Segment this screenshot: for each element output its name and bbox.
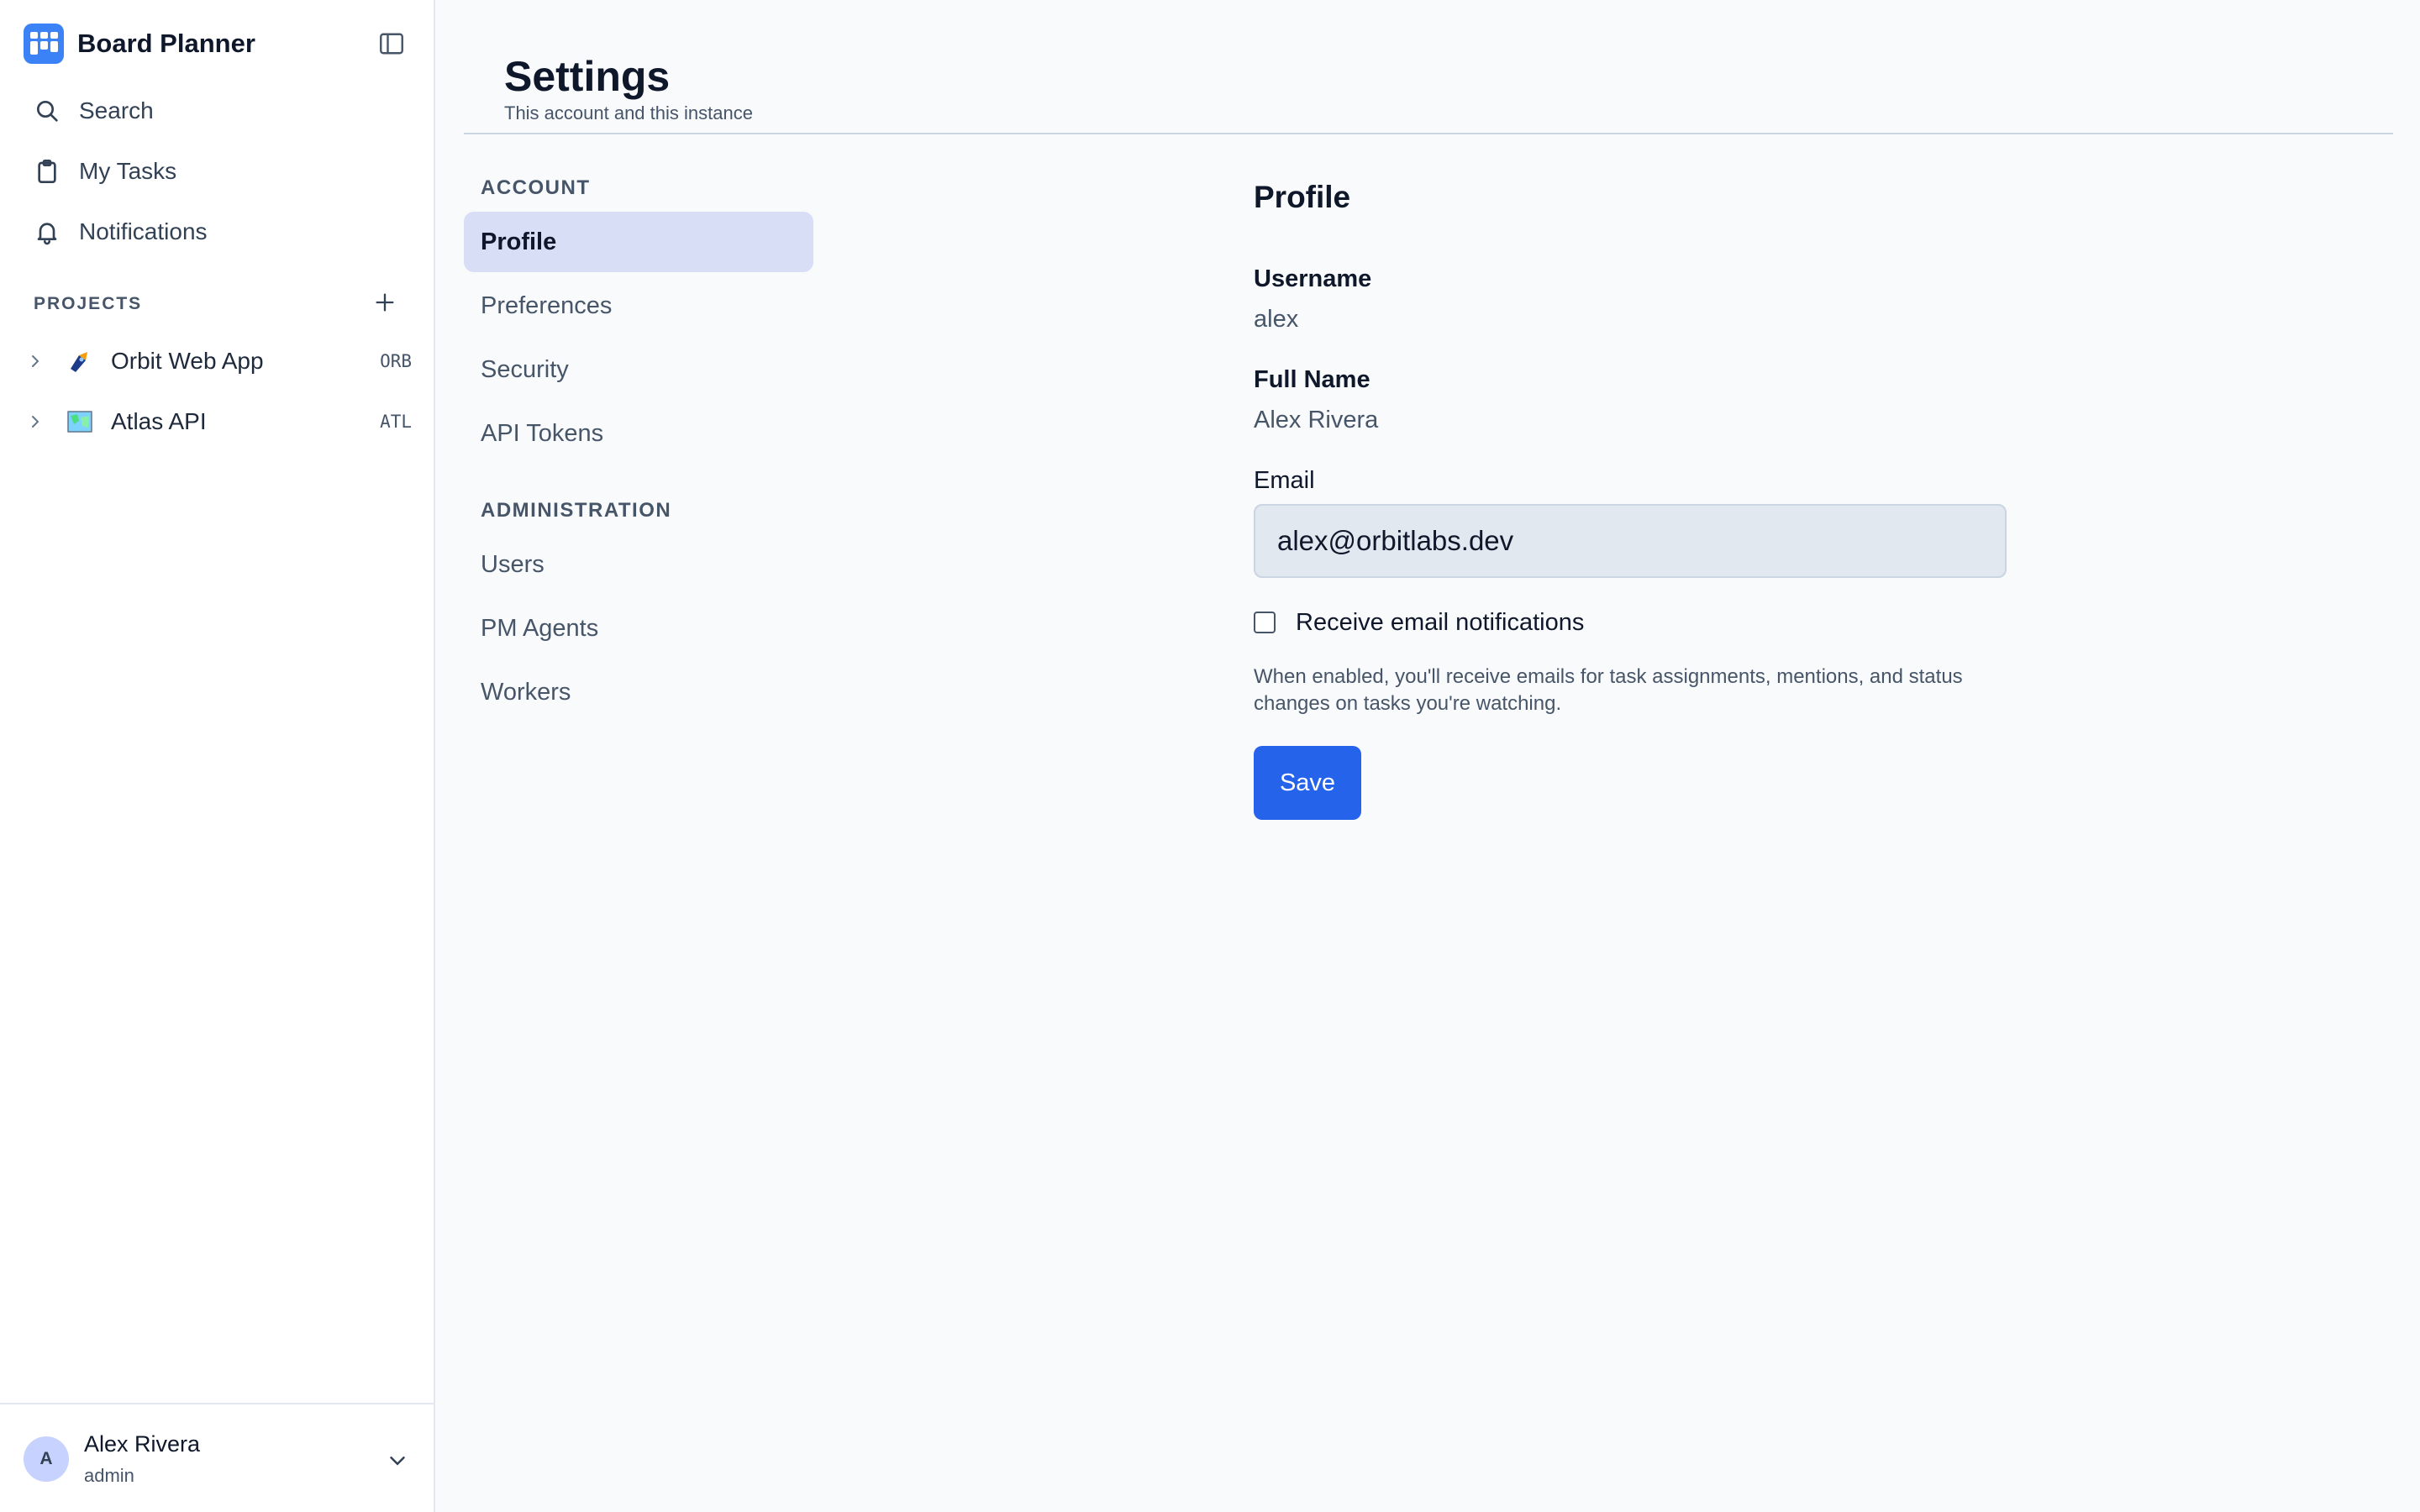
- sidebar: Board Planner Search My Tasks Notificati…: [0, 0, 435, 1512]
- email-notifications-toggle[interactable]: Receive email notifications: [1254, 608, 1584, 637]
- clipboard-icon: [34, 158, 60, 185]
- map-emoji-icon: [67, 409, 92, 434]
- fullname-label: Full Name: [1254, 366, 1370, 393]
- app-name: Board Planner: [77, 29, 255, 58]
- chevron-down-icon[interactable]: [385, 1448, 410, 1473]
- bell-icon: [34, 218, 60, 245]
- notifications-help-text: When enabled, you'll receive emails for …: [1254, 665, 1963, 715]
- projects-heading: PROJECTS: [34, 294, 143, 313]
- project-key: ORB: [380, 351, 412, 371]
- email-label: Email: [1254, 467, 1315, 494]
- nav-my-tasks-label: My Tasks: [79, 158, 177, 184]
- sidebar-toggle-icon[interactable]: [376, 29, 407, 59]
- chevron-right-icon[interactable]: [25, 351, 45, 371]
- header-divider: [464, 133, 2393, 134]
- email-notifications-label[interactable]: Receive email notifications: [1296, 609, 1584, 637]
- project-item-orbit[interactable]: Orbit Web App ORB: [25, 343, 412, 380]
- settings-nav-api-tokens[interactable]: API Tokens: [464, 403, 813, 464]
- page-title: Settings: [504, 53, 671, 100]
- settings-nav-profile[interactable]: Profile: [464, 212, 813, 272]
- user-role: admin: [84, 1465, 134, 1486]
- board-logo-icon: [24, 24, 64, 64]
- nav-notifications[interactable]: Notifications: [34, 213, 208, 250]
- avatar: A: [24, 1436, 69, 1482]
- email-notifications-checkbox[interactable]: [1254, 612, 1276, 633]
- nav-search[interactable]: Search: [34, 92, 154, 129]
- nav-search-label: Search: [79, 97, 154, 123]
- user-menu[interactable]: A Alex Rivera admin: [0, 1403, 434, 1512]
- settings-nav-users[interactable]: Users: [464, 534, 813, 595]
- brand[interactable]: Board Planner: [24, 24, 255, 64]
- add-project-icon[interactable]: [373, 291, 397, 314]
- username-label: Username: [1254, 265, 1372, 292]
- account-section-heading: ACCOUNT: [481, 176, 591, 199]
- settings-nav-preferences[interactable]: Preferences: [464, 276, 813, 336]
- email-field[interactable]: [1254, 504, 2007, 578]
- nav-notifications-label: Notifications: [79, 218, 208, 244]
- search-icon: [34, 97, 60, 124]
- chevron-right-icon[interactable]: [25, 412, 45, 432]
- save-button[interactable]: Save: [1254, 746, 1361, 820]
- username-value: alex: [1254, 306, 1299, 333]
- project-key: ATL: [380, 412, 412, 432]
- user-name: Alex Rivera: [84, 1431, 201, 1457]
- profile-heading: Profile: [1254, 180, 1351, 214]
- page-subtitle: This account and this instance: [504, 102, 753, 123]
- administration-section-heading: ADMINISTRATION: [481, 499, 672, 522]
- rocket-emoji-icon: [67, 349, 92, 374]
- project-item-atlas[interactable]: Atlas API ATL: [25, 403, 412, 440]
- settings-nav-pm-agents[interactable]: PM Agents: [464, 598, 813, 659]
- project-name: Orbit Web App: [111, 348, 264, 374]
- project-name: Atlas API: [111, 408, 207, 434]
- settings-nav-workers[interactable]: Workers: [464, 662, 813, 722]
- fullname-value: Alex Rivera: [1254, 407, 1379, 433]
- nav-my-tasks[interactable]: My Tasks: [34, 153, 176, 190]
- settings-nav-security[interactable]: Security: [464, 339, 813, 400]
